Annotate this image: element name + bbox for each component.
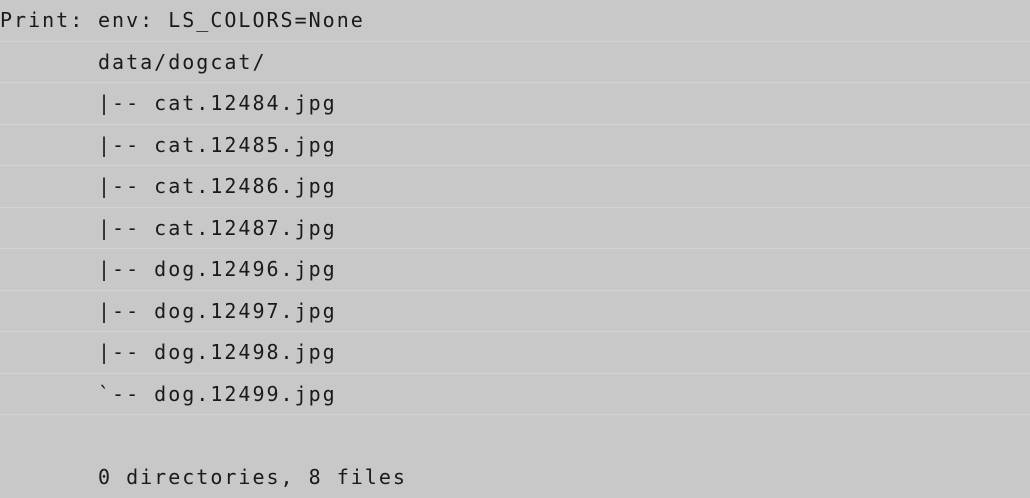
- summary-line: 0 directories, 8 files: [98, 457, 407, 498]
- output-line: |-- cat.12486.jpg: [0, 166, 1030, 208]
- directory-name: data/dogcat/: [98, 42, 267, 84]
- output-line: 0 directories, 8 files: [0, 457, 1030, 498]
- file-entry: |-- dog.12496.jpg: [98, 249, 337, 291]
- file-entry: |-- cat.12484.jpg: [98, 83, 337, 125]
- file-entry: `-- dog.12499.jpg: [98, 374, 337, 416]
- file-entry: |-- dog.12498.jpg: [98, 332, 337, 374]
- print-output: Print: env: LS_COLORS=None data/dogcat/ …: [0, 0, 1030, 498]
- output-line: |-- cat.12487.jpg: [0, 208, 1030, 250]
- file-entry: |-- cat.12485.jpg: [98, 125, 337, 167]
- output-line: Print: env: LS_COLORS=None: [0, 0, 1030, 42]
- file-entry: |-- cat.12486.jpg: [98, 166, 337, 208]
- output-line: |-- cat.12485.jpg: [0, 125, 1030, 167]
- output-line: `-- dog.12499.jpg: [0, 374, 1030, 416]
- file-entry: |-- dog.12497.jpg: [98, 291, 337, 333]
- blank-line: [0, 415, 1030, 457]
- output-line: |-- dog.12496.jpg: [0, 249, 1030, 291]
- output-line: data/dogcat/: [0, 42, 1030, 84]
- output-line: |-- dog.12498.jpg: [0, 332, 1030, 374]
- output-line: |-- dog.12497.jpg: [0, 291, 1030, 333]
- env-line: env: LS_COLORS=None: [98, 0, 365, 42]
- file-entry: |-- cat.12487.jpg: [98, 208, 337, 250]
- print-prefix: Print:: [0, 0, 84, 42]
- output-line: |-- cat.12484.jpg: [0, 83, 1030, 125]
